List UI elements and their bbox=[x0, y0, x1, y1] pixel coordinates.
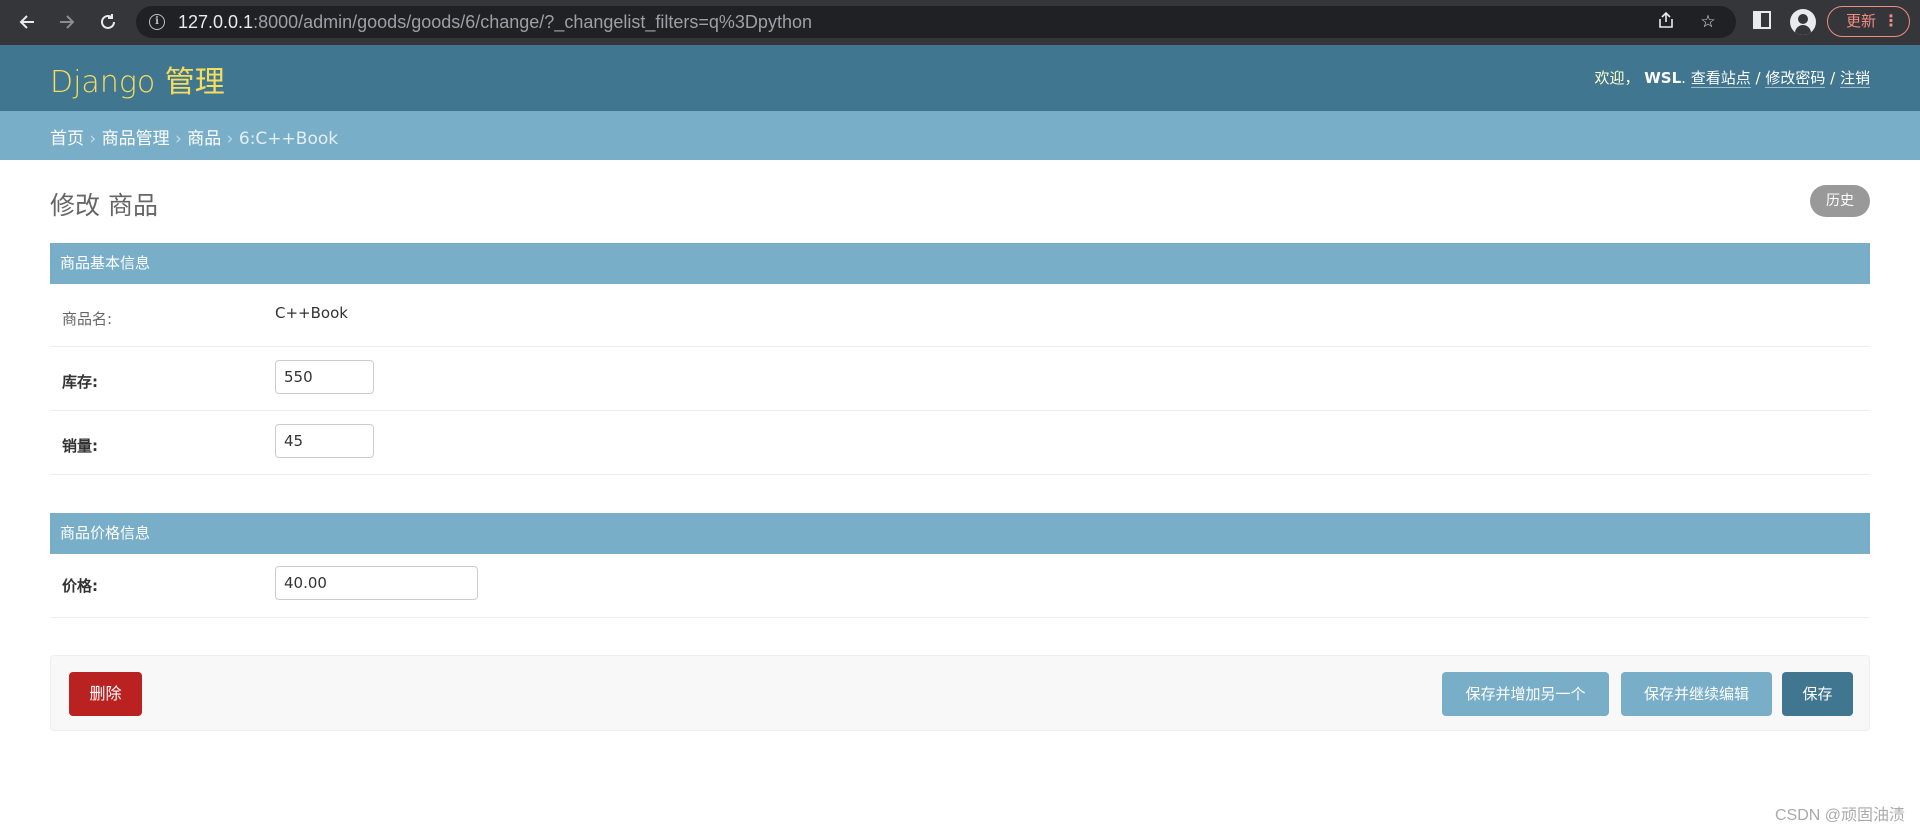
update-label: 更新 bbox=[1846, 12, 1877, 30]
address-bar[interactable]: i 127.0.0.1:8000/admin/goods/goods/6/cha… bbox=[136, 6, 1736, 38]
site-branding[interactable]: Django 管理 bbox=[50, 57, 225, 101]
logout-link[interactable]: 注销 bbox=[1839, 69, 1870, 88]
separator: / bbox=[1830, 69, 1836, 87]
field-label-price: 价格: bbox=[62, 577, 98, 595]
page-title: 修改 商品 bbox=[50, 191, 158, 220]
side-panel-icon[interactable] bbox=[1753, 11, 1771, 29]
breadcrumb-current: 6:C++Book bbox=[238, 129, 339, 149]
view-site-link[interactable]: 查看站点 bbox=[1690, 69, 1751, 88]
share-icon[interactable] bbox=[1655, 11, 1677, 33]
field-label-name: 商品名: bbox=[62, 310, 113, 328]
delete-button[interactable]: 删除 bbox=[69, 672, 142, 716]
breadcrumb-app[interactable]: 商品管理 bbox=[102, 129, 170, 149]
watermark: CSDN @顽固油渍 bbox=[1774, 807, 1905, 824]
url-host: 127.0.0.1 bbox=[178, 12, 254, 32]
field-label-stock: 库存: bbox=[62, 373, 98, 391]
sales-input[interactable] bbox=[275, 424, 374, 458]
url-path: :8000/admin/goods/goods/6/change/?_chang… bbox=[253, 12, 812, 32]
url-text[interactable]: 127.0.0.1:8000/admin/goods/goods/6/chang… bbox=[178, 12, 812, 33]
breadcrumb-separator: › bbox=[89, 129, 97, 149]
breadcrumb-model[interactable]: 商品 bbox=[187, 129, 221, 149]
breadcrumb-separator: › bbox=[175, 129, 182, 149]
change-password-link[interactable]: 修改密码 bbox=[1765, 69, 1826, 88]
username: WSL bbox=[1644, 69, 1682, 87]
history-button[interactable]: 历史 bbox=[1810, 185, 1870, 217]
site-info-icon[interactable]: i bbox=[149, 14, 165, 30]
breadcrumb: 首页 › 商品管理 › 商品 › 6:C++Book bbox=[0, 111, 1920, 160]
save-and-continue-button[interactable]: 保存并继续编辑 bbox=[1621, 672, 1772, 716]
update-button[interactable]: 更新 ⋮ bbox=[1827, 6, 1910, 37]
bookmark-star-icon[interactable]: ☆ bbox=[1697, 11, 1719, 33]
menu-dots-icon: ⋮ bbox=[1883, 11, 1899, 30]
form-row-stock: 库存: bbox=[50, 347, 1870, 411]
fieldset-title-price-info: 商品价格信息 bbox=[50, 513, 1870, 554]
welcome-text: 欢迎， bbox=[1594, 69, 1640, 87]
forward-arrow-icon[interactable] bbox=[52, 7, 82, 37]
form-row-price: 价格: bbox=[50, 554, 1870, 618]
breadcrumb-separator: › bbox=[226, 129, 234, 149]
field-label-sales: 销量: bbox=[62, 437, 98, 455]
save-button[interactable]: 保存 bbox=[1782, 672, 1853, 716]
form-row-name: 商品名: C++Book bbox=[50, 284, 1870, 347]
stock-input[interactable] bbox=[275, 360, 374, 394]
fieldset-title-basic-info: 商品基本信息 bbox=[50, 243, 1870, 284]
user-tools: 欢迎， WSL. 查看站点 / 修改密码 / 注销 bbox=[1594, 69, 1870, 88]
form-row-sales: 销量: bbox=[50, 411, 1870, 475]
admin-header: Django 管理 欢迎， WSL. 查看站点 / 修改密码 / 注销 bbox=[0, 45, 1920, 111]
save-and-add-another-button[interactable]: 保存并增加另一个 bbox=[1442, 672, 1609, 716]
back-arrow-icon[interactable] bbox=[12, 7, 42, 37]
price-input[interactable] bbox=[275, 566, 478, 600]
breadcrumb-home[interactable]: 首页 bbox=[50, 129, 84, 149]
browser-toolbar: i 127.0.0.1:8000/admin/goods/goods/6/cha… bbox=[0, 0, 1920, 45]
field-value-name: C++Book bbox=[275, 304, 348, 322]
separator: / bbox=[1755, 69, 1761, 87]
submit-row: 删除 保存并增加另一个 保存并继续编辑 保存 bbox=[50, 655, 1870, 731]
reload-icon[interactable] bbox=[93, 7, 123, 37]
profile-avatar-icon[interactable] bbox=[1790, 9, 1816, 35]
